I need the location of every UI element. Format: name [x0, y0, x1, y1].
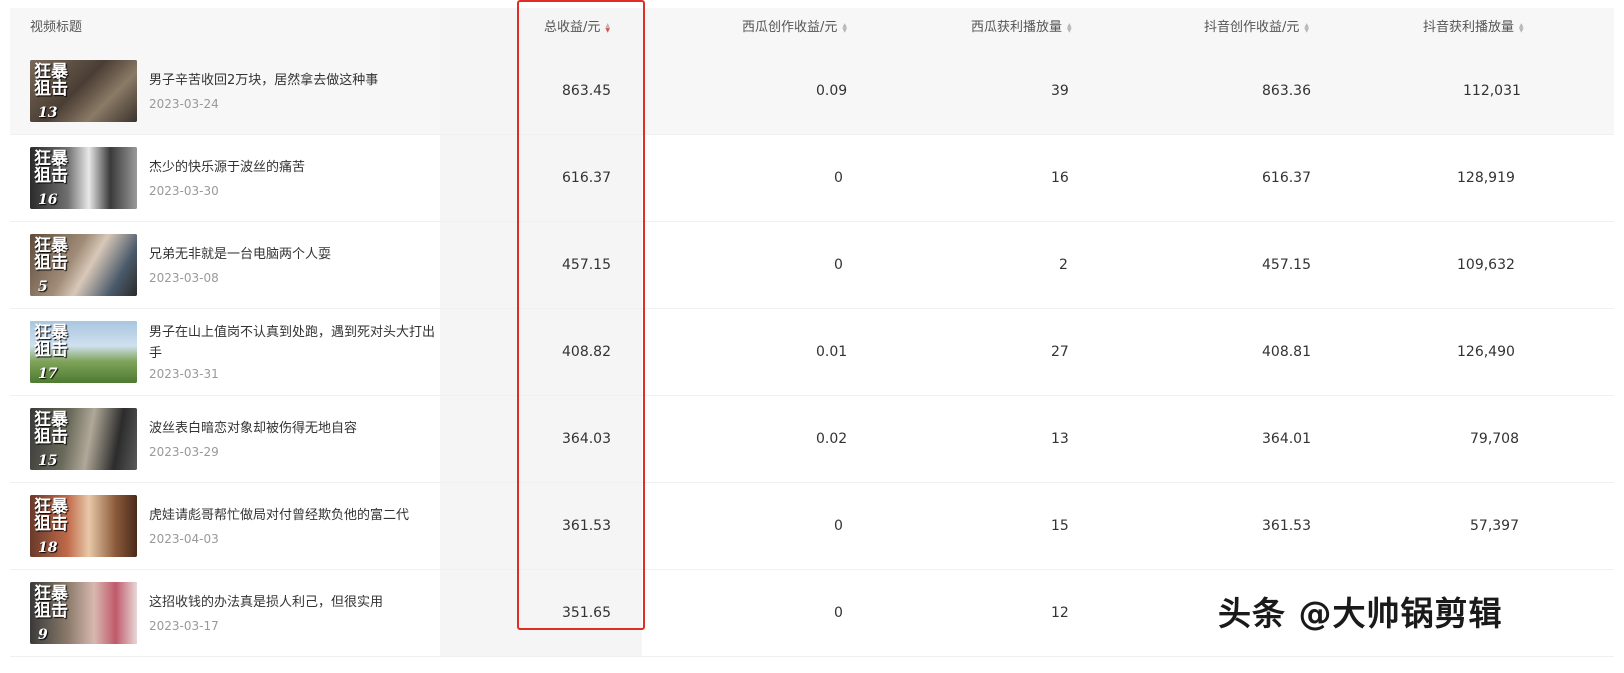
xigua-income-cell: 0 — [834, 518, 843, 534]
video-title[interactable]: 兄弟无非就是一台电脑两个人耍 — [149, 244, 439, 265]
highlight-box — [517, 0, 645, 630]
douyin-plays-cell: 126,490 — [1457, 344, 1515, 360]
table-row[interactable]: 狂暴 狙击 15 波丝表白暗恋对象却被伤得无地自容 2023-03-29 364.… — [10, 396, 1614, 483]
douyin-plays-cell: 109,632 — [1457, 257, 1515, 273]
header-douyin-plays-label: 抖音获利播放量 — [1423, 20, 1515, 35]
header-douyin-income[interactable]: 抖音创作收益/元 ▲ ▼ — [1204, 8, 1309, 48]
thumbnail-episode: 18 — [38, 540, 58, 556]
video-title[interactable]: 男子辛苦收回2万块，居然拿去做这种事 — [149, 70, 439, 91]
table-row[interactable]: 狂暴 狙击 5 兄弟无非就是一台电脑两个人耍 2023-03-08 457.15 … — [10, 222, 1614, 309]
video-thumbnail[interactable]: 狂暴 狙击 18 — [30, 495, 137, 557]
thumbnail-episode: 9 — [38, 627, 48, 643]
video-date: 2023-03-17 — [149, 619, 219, 633]
video-thumbnail[interactable]: 狂暴 狙击 15 — [30, 408, 137, 470]
thumbnail-title-art: 狂暴 狙击 — [34, 497, 68, 534]
thumbnail-title-art: 狂暴 狙击 — [34, 410, 68, 447]
sort-icon[interactable]: ▲ ▼ — [842, 23, 847, 34]
xigua-income-cell: 0.09 — [816, 83, 848, 99]
thumbnail-title-art: 狂暴 狙击 — [34, 323, 68, 360]
video-date: 2023-03-30 — [149, 184, 219, 198]
header-title-label: 视频标题 — [30, 20, 83, 35]
thumbnail-title-art: 狂暴 狙击 — [34, 236, 68, 273]
sort-icon[interactable]: ▲ ▼ — [1519, 23, 1524, 34]
sort-icon[interactable]: ▲ ▼ — [1067, 23, 1072, 34]
video-thumbnail[interactable]: 狂暴 狙击 17 — [30, 321, 137, 383]
thumbnail-episode: 16 — [38, 192, 58, 208]
thumbnail-episode: 15 — [38, 453, 58, 469]
douyin-income-cell: 364.01 — [1262, 431, 1311, 447]
table-header: 视频标题 总收益/元 ▲ ▼ 西瓜创作收益/元 ▲ ▼ 西瓜获利播放量 ▲ ▼ 抖音创… — [10, 8, 1614, 48]
video-date: 2023-04-03 — [149, 532, 219, 546]
video-title[interactable]: 男子在山上值岗不认真到处跑，遇到死对头大打出手 — [149, 322, 439, 364]
thumbnail-episode: 13 — [38, 105, 58, 121]
video-date: 2023-03-08 — [149, 271, 219, 285]
header-xigua-plays[interactable]: 西瓜获利播放量 ▲ ▼ — [971, 8, 1072, 48]
video-thumbnail[interactable]: 狂暴 狙击 5 — [30, 234, 137, 296]
xigua-income-cell: 0 — [834, 605, 843, 621]
video-date: 2023-03-31 — [149, 367, 219, 381]
douyin-income-cell: 361.53 — [1262, 518, 1311, 534]
header-xigua-income-label: 西瓜创作收益/元 — [742, 20, 838, 35]
revenue-table: 视频标题 总收益/元 ▲ ▼ 西瓜创作收益/元 ▲ ▼ 西瓜获利播放量 ▲ ▼ 抖音创… — [10, 8, 1614, 657]
xigua-income-cell: 0 — [834, 257, 843, 273]
header-xigua-income[interactable]: 西瓜创作收益/元 ▲ ▼ — [742, 8, 847, 48]
thumbnail-episode: 5 — [38, 279, 48, 295]
douyin-income-cell: 457.15 — [1262, 257, 1311, 273]
xigua-plays-cell: 16 — [1051, 170, 1069, 186]
video-title[interactable]: 虎娃请彪哥帮忙做局对付曾经欺负他的富二代 — [149, 505, 439, 526]
douyin-income-cell: 616.37 — [1262, 170, 1311, 186]
xigua-plays-cell: 15 — [1051, 518, 1069, 534]
watermark: 头条 @大帅锅剪辑 — [1218, 594, 1503, 633]
xigua-plays-cell: 2 — [1059, 257, 1068, 273]
video-thumbnail[interactable]: 狂暴 狙击 16 — [30, 147, 137, 209]
xigua-plays-cell: 39 — [1051, 83, 1069, 99]
xigua-income-cell: 0 — [834, 170, 843, 186]
xigua-plays-cell: 13 — [1051, 431, 1069, 447]
header-xigua-plays-label: 西瓜获利播放量 — [971, 20, 1063, 35]
thumbnail-title-art: 狂暴 狙击 — [34, 584, 68, 621]
video-thumbnail[interactable]: 狂暴 狙击 9 — [30, 582, 137, 644]
douyin-plays-cell: 128,919 — [1457, 170, 1515, 186]
sort-icon[interactable]: ▲ ▼ — [1304, 23, 1309, 34]
video-title[interactable]: 这招收钱的办法真是损人利己，但很实用 — [149, 592, 439, 613]
xigua-income-cell: 0.02 — [816, 431, 848, 447]
table-row[interactable]: 狂暴 狙击 18 虎娃请彪哥帮忙做局对付曾经欺负他的富二代 2023-04-03 … — [10, 483, 1614, 570]
douyin-plays-cell: 79,708 — [1470, 431, 1519, 447]
xigua-income-cell: 0.01 — [816, 344, 848, 360]
header-douyin-plays[interactable]: 抖音获利播放量 ▲ ▼ — [1423, 8, 1524, 48]
douyin-income-cell: 863.36 — [1262, 83, 1311, 99]
video-date: 2023-03-24 — [149, 97, 219, 111]
xigua-plays-cell: 12 — [1051, 605, 1069, 621]
video-date: 2023-03-29 — [149, 445, 219, 459]
thumbnail-title-art: 狂暴 狙击 — [34, 149, 68, 186]
header-douyin-income-label: 抖音创作收益/元 — [1204, 20, 1300, 35]
douyin-plays-cell: 112,031 — [1463, 83, 1521, 99]
xigua-plays-cell: 27 — [1051, 344, 1069, 360]
douyin-plays-cell: 57,397 — [1470, 518, 1519, 534]
table-row[interactable]: 狂暴 狙击 16 杰少的快乐源于波丝的痛苦 2023-03-30 616.37 0… — [10, 135, 1614, 222]
video-title[interactable]: 杰少的快乐源于波丝的痛苦 — [149, 157, 439, 178]
header-title: 视频标题 — [30, 8, 82, 48]
video-thumbnail[interactable]: 狂暴 狙击 13 — [30, 60, 137, 122]
thumbnail-title-art: 狂暴 狙击 — [34, 62, 68, 99]
video-title[interactable]: 波丝表白暗恋对象却被伤得无地自容 — [149, 418, 439, 439]
thumbnail-episode: 17 — [38, 366, 58, 382]
douyin-income-cell: 408.81 — [1262, 344, 1311, 360]
table-row[interactable]: 狂暴 狙击 17 男子在山上值岗不认真到处跑，遇到死对头大打出手 2023-03-… — [10, 309, 1614, 396]
table-row[interactable]: 狂暴 狙击 13 男子辛苦收回2万块，居然拿去做这种事 2023-03-24 86… — [10, 48, 1614, 135]
